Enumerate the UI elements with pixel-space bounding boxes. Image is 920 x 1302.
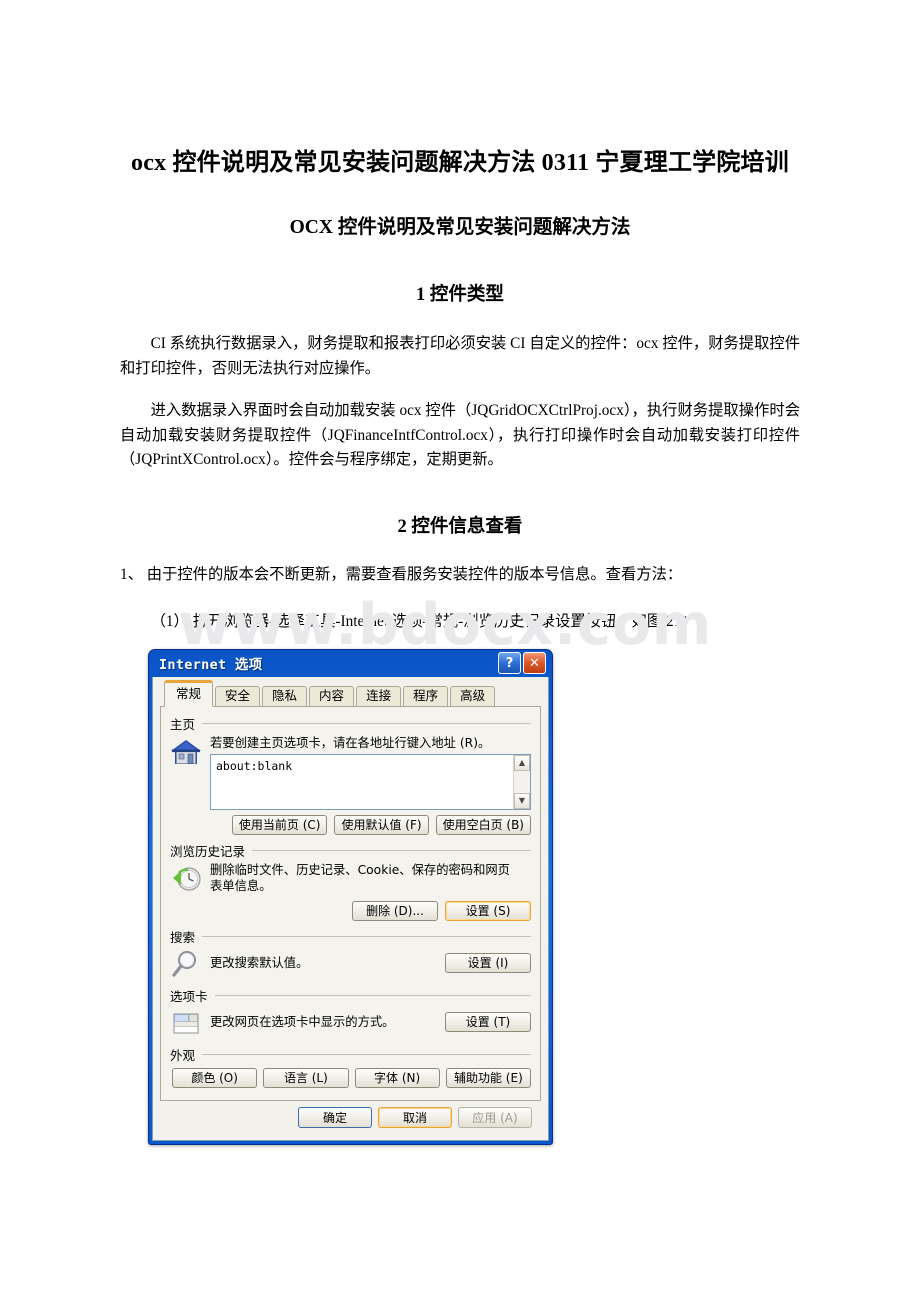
tab-programs[interactable]: 程序 bbox=[403, 685, 449, 706]
divider bbox=[252, 849, 531, 851]
tabs-icon bbox=[170, 1007, 204, 1037]
use-default-button[interactable]: 使用默认值 (F) bbox=[334, 814, 429, 835]
appearance-group-header: 外观 bbox=[170, 1045, 531, 1064]
paragraph-3: 1、 由于控件的版本会不断更新，需要查看服务安装控件的版本号信息。查看方法： bbox=[120, 565, 683, 583]
divider bbox=[202, 722, 531, 724]
apply-button: 应用 (A) bbox=[458, 1107, 532, 1129]
home-description: 若要创建主页选项卡，请在各地址行键入地址 (R)。 bbox=[210, 735, 491, 750]
tabs-group-label: 选项卡 bbox=[170, 989, 208, 1005]
page-title: ocx 控件说明及常见安装问题解决方法 0311 宁夏理工学院培训 bbox=[131, 150, 789, 176]
scroll-down-icon[interactable]: ▼ bbox=[514, 792, 530, 809]
divider bbox=[202, 1054, 531, 1056]
dialog-body: 常规 安全 隐私 内容 连接 程序 高级 主页 若要创建主页选项卡，请在各地址行… bbox=[152, 676, 549, 1142]
search-group-label: 搜索 bbox=[170, 930, 196, 946]
tab-connections[interactable]: 连接 bbox=[356, 685, 402, 706]
history-group: 浏览历史记录 删除临时文件、历史记录、Cookie、保存的密码和网页 表单信息。… bbox=[170, 841, 531, 922]
search-group-header: 搜索 bbox=[170, 927, 531, 946]
general-tab-panel: 主页 若要创建主页选项卡，请在各地址行键入地址 (R)。 about:blank… bbox=[160, 706, 541, 1102]
search-group: 搜索 更改搜索默认值。 设置 (I) bbox=[170, 927, 531, 978]
history-buttons: 删除 (D)... 设置 (S) bbox=[210, 901, 531, 922]
tab-content[interactable]: 内容 bbox=[309, 685, 355, 706]
clock-refresh-icon bbox=[170, 862, 204, 894]
search-description: 更改搜索默认值。 bbox=[210, 956, 309, 971]
tab-privacy[interactable]: 隐私 bbox=[262, 685, 308, 706]
home-group-header: 主页 bbox=[170, 714, 531, 733]
cancel-button[interactable]: 取消 bbox=[378, 1107, 452, 1129]
colors-button[interactable]: 颜色 (O) bbox=[172, 1068, 258, 1089]
home-group-label: 主页 bbox=[170, 716, 196, 732]
history-group-label: 浏览历史记录 bbox=[170, 843, 246, 859]
home-address-input[interactable]: about:blank ▲ ▼ bbox=[210, 753, 531, 810]
languages-button[interactable]: 语言 (L) bbox=[263, 1068, 349, 1089]
tabs-settings-button[interactable]: 设置 (T) bbox=[445, 1012, 531, 1033]
tabstrip: 常规 安全 隐私 内容 连接 程序 高级 bbox=[160, 679, 541, 707]
house-icon bbox=[170, 735, 204, 767]
delete-history-button[interactable]: 删除 (D)... bbox=[352, 901, 438, 922]
section-1-heading: 1 控件类型 bbox=[416, 285, 504, 306]
home-address-scrollbar[interactable]: ▲ ▼ bbox=[513, 754, 530, 809]
paragraph-4: （1） 打开浏览器-选择工具-Internet 选项-常规-浏览历史记录设置按钮… bbox=[150, 612, 697, 630]
tabs-group-header: 选项卡 bbox=[170, 986, 531, 1005]
section-2-heading: 2 控件信息查看 bbox=[397, 517, 523, 538]
dialog-footer: 确定 取消 应用 (A) bbox=[160, 1101, 541, 1133]
home-buttons: 使用当前页 (C) 使用默认值 (F) 使用空白页 (B) bbox=[210, 814, 531, 835]
scroll-up-icon[interactable]: ▲ bbox=[514, 754, 530, 771]
use-current-button[interactable]: 使用当前页 (C) bbox=[231, 814, 328, 835]
magnifier-icon bbox=[170, 948, 204, 978]
fonts-button[interactable]: 字体 (N) bbox=[354, 1068, 440, 1089]
document-subtitle: OCX 控件说明及常见安装问题解决方法 bbox=[289, 217, 631, 239]
history-description-line1: 删除临时文件、历史记录、Cookie、保存的密码和网页 bbox=[210, 862, 510, 877]
divider bbox=[214, 995, 531, 997]
titlebar-buttons: ? ✕ bbox=[498, 652, 546, 675]
history-settings-button[interactable]: 设置 (S) bbox=[445, 901, 531, 922]
appearance-group: 外观 颜色 (O) 语言 (L) 字体 (N) 辅助功能 (E) bbox=[170, 1045, 531, 1089]
document-page: www.bdocx.com ocx 控件说明及常见安装问题解决方法 0311 宁… bbox=[0, 0, 920, 1302]
paragraph-2: 进入数据录入界面时会自动加载安装 ocx 控件（JQGridOCXCtrlPro… bbox=[120, 401, 800, 469]
use-blank-button[interactable]: 使用空白页 (B) bbox=[435, 814, 531, 835]
search-settings-button[interactable]: 设置 (I) bbox=[445, 953, 531, 974]
dialog-title: Internet 选项 bbox=[159, 657, 263, 674]
divider bbox=[202, 936, 531, 938]
close-icon[interactable]: ✕ bbox=[523, 652, 546, 675]
accessibility-button[interactable]: 辅助功能 (E) bbox=[445, 1068, 531, 1089]
help-icon[interactable]: ? bbox=[498, 652, 521, 675]
tab-advanced[interactable]: 高级 bbox=[450, 685, 496, 706]
home-group: 主页 若要创建主页选项卡，请在各地址行键入地址 (R)。 about:blank… bbox=[170, 714, 531, 835]
history-group-header: 浏览历史记录 bbox=[170, 841, 531, 860]
internet-options-dialog: Internet 选项 ? ✕ 常规 安全 隐私 内容 连接 程序 高级 主页 … bbox=[148, 648, 553, 1146]
appearance-buttons: 颜色 (O) 语言 (L) 字体 (N) 辅助功能 (E) bbox=[170, 1068, 531, 1089]
tab-general[interactable]: 常规 bbox=[164, 679, 214, 707]
appearance-group-label: 外观 bbox=[170, 1048, 196, 1064]
tab-security[interactable]: 安全 bbox=[215, 685, 261, 706]
dialog-titlebar: Internet 选项 ? ✕ bbox=[152, 650, 549, 677]
home-address-value: about:blank bbox=[216, 758, 293, 773]
paragraph-1: CI 系统执行数据录入，财务提取和报表打印必须安装 CI 自定义的控件：ocx … bbox=[120, 335, 800, 378]
ok-button[interactable]: 确定 bbox=[298, 1107, 372, 1129]
history-description-line2: 表单信息。 bbox=[210, 878, 272, 893]
tabs-description: 更改网页在选项卡中显示的方式。 bbox=[210, 1015, 395, 1030]
tabs-group: 选项卡 更改网页在选项卡中显示的方式。 设置 (T) bbox=[170, 986, 531, 1037]
